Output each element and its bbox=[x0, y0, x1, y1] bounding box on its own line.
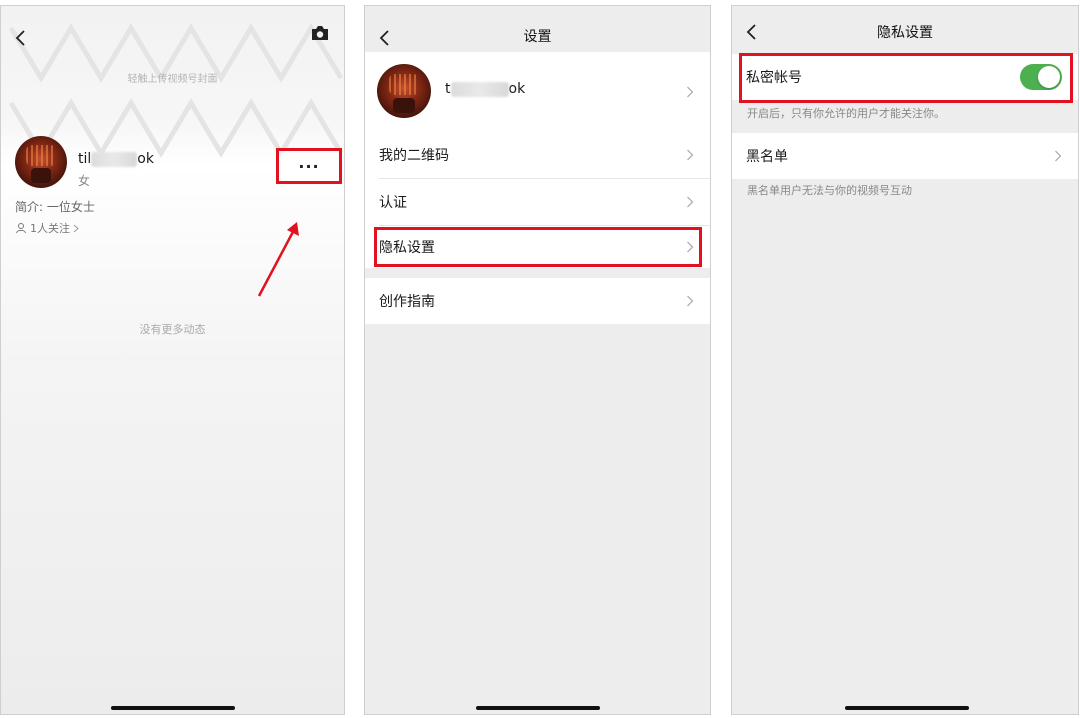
annotation-arrow bbox=[257, 222, 299, 297]
profile-name: til ok bbox=[78, 151, 154, 167]
chevron-right-icon bbox=[1055, 150, 1062, 162]
page-title: 设置 bbox=[523, 29, 552, 45]
blacklist-label: 黑名单 bbox=[746, 149, 788, 165]
page-title: 隐私设置 bbox=[877, 25, 933, 41]
qr-code-label: 我的二维码 bbox=[379, 148, 449, 164]
camera-icon[interactable] bbox=[311, 25, 329, 41]
blacklist-row: 黑名单 bbox=[732, 133, 1078, 179]
more-options-button[interactable]: ··· bbox=[276, 148, 342, 184]
verification-label: 认证 bbox=[379, 195, 407, 211]
profile-name: t ok bbox=[445, 81, 525, 97]
verification-item[interactable]: 认证 bbox=[365, 179, 710, 225]
user-icon bbox=[16, 223, 26, 234]
highlight-privacy-settings bbox=[374, 227, 702, 267]
highlight-private-account bbox=[739, 53, 1073, 103]
follow-count[interactable]: 1人关注 bbox=[15, 220, 79, 236]
blacklist-hint: 黑名单用户无法与你的视频号互动 bbox=[747, 184, 912, 197]
creator-guide-label: 创作指南 bbox=[379, 294, 435, 310]
avatar bbox=[377, 64, 431, 118]
blacklist-item[interactable]: 黑名单 bbox=[732, 133, 1078, 179]
qr-code-item[interactable]: 我的二维码 bbox=[365, 132, 710, 178]
name-suffix: ok bbox=[508, 81, 526, 97]
name-suffix: ok bbox=[137, 151, 154, 167]
chevron-right-icon bbox=[687, 196, 694, 208]
upload-cover-hint[interactable]: 轻触上传视频号封面 bbox=[1, 70, 344, 85]
blurred-name bbox=[91, 151, 138, 167]
private-account-hint: 开启后，只有你允许的用户才能关注你。 bbox=[747, 107, 945, 120]
name-prefix: t bbox=[445, 81, 451, 97]
bio-text: 简介: 一位女士 bbox=[15, 200, 95, 214]
chevron-right-icon bbox=[73, 224, 79, 232]
avatar[interactable] bbox=[15, 136, 67, 188]
phone-profile-screen: 轻触上传视频号封面 til ok 女 简介: 一位女士 1人关注 ··· 没有更多… bbox=[0, 5, 345, 715]
name-prefix: til bbox=[78, 151, 92, 167]
back-icon[interactable] bbox=[13, 28, 31, 48]
blurred-name bbox=[450, 81, 509, 97]
gender-label: 女 bbox=[78, 174, 91, 188]
profile-card[interactable]: t ok bbox=[365, 52, 710, 132]
home-indicator bbox=[110, 706, 235, 710]
phone-privacy-screen: 隐私设置 私密帐号 开启后，只有你允许的用户才能关注你。 黑名单 黑名单用户无法… bbox=[731, 5, 1079, 715]
phone-settings-screen: 设置 t ok 我的二维码 认证 隐私设置 创作指南 bbox=[364, 5, 711, 715]
follow-count-label: 1人关注 bbox=[30, 222, 70, 235]
chevron-right-icon bbox=[687, 149, 694, 161]
chevron-right-icon bbox=[687, 295, 694, 307]
chevron-right-icon bbox=[687, 86, 694, 98]
home-indicator bbox=[845, 706, 969, 710]
empty-feed-text: 没有更多动态 bbox=[139, 323, 206, 336]
guide-group: 创作指南 bbox=[365, 278, 710, 324]
creator-guide-item[interactable]: 创作指南 bbox=[365, 278, 710, 324]
home-indicator bbox=[475, 706, 600, 710]
